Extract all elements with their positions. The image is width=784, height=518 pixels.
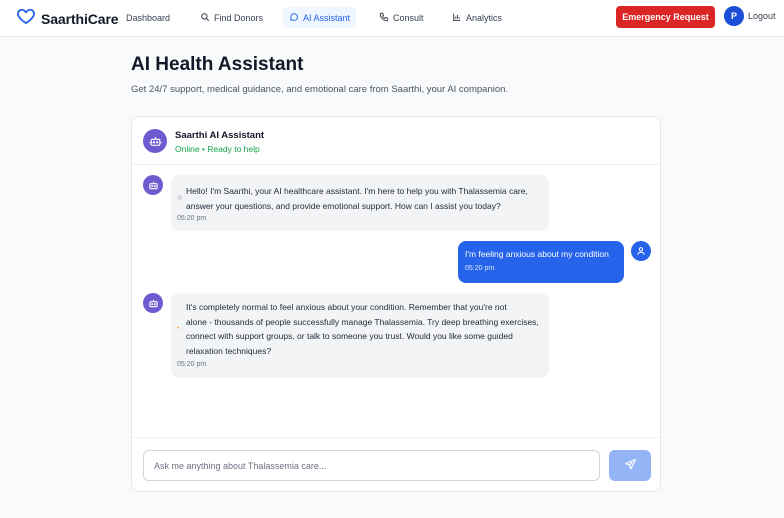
message-timestamp: 05:20 pm xyxy=(177,361,207,368)
message-line: It's completely normal to feel anxious a… xyxy=(186,302,507,312)
robot-icon xyxy=(143,129,167,153)
nav-find-donors-label: Find Donors xyxy=(214,12,264,23)
phone-icon xyxy=(379,12,389,24)
send-icon xyxy=(624,458,637,474)
robot-icon xyxy=(143,293,163,313)
top-navbar: SaarthiCare Dashboard Find Donors AI Ass… xyxy=(0,0,784,37)
message-timestamp: 05:20 pm xyxy=(177,215,207,222)
message-text: It's completely normal to feel anxious a… xyxy=(186,300,546,358)
bot-message-bubble: ◎ Hello! I'm Saarthi, your AI healthcare… xyxy=(171,175,549,231)
logout-link[interactable]: Logout xyxy=(748,11,776,21)
chat-card: Saarthi AI Assistant Online • Ready to h… xyxy=(131,116,661,492)
nav-ai-assistant[interactable]: AI Assistant xyxy=(283,7,357,28)
heart-icon xyxy=(16,6,36,31)
message-line: alone - thousands of people successfully… xyxy=(186,316,539,327)
message-text: Hello! I'm Saarthi, your AI healthcare a… xyxy=(186,184,546,213)
emergency-request-button[interactable]: Emergency Request xyxy=(616,6,715,28)
brand-name: SaarthiCare xyxy=(41,10,119,27)
user-message-bubble: I'm feeling anxious about my condition 0… xyxy=(458,241,624,283)
chat-header: Saarthi AI Assistant Online • Ready to h… xyxy=(132,117,660,165)
message-line: answer your questions, and provide emoti… xyxy=(186,200,501,211)
nav-dashboard[interactable]: Dashboard xyxy=(120,7,176,28)
page-title: AI Health Assistant xyxy=(131,54,304,75)
info-icon: ◎ xyxy=(177,195,183,201)
bar-chart-icon xyxy=(452,12,462,24)
chat-bubble-icon xyxy=(289,12,299,24)
message-text: I'm feeling anxious about my condition xyxy=(465,249,609,259)
nav-analytics-label: Analytics xyxy=(466,12,503,23)
robot-icon xyxy=(143,175,163,195)
chat-input-row xyxy=(132,437,660,491)
nav-find-donors[interactable]: Find Donors xyxy=(194,7,269,28)
avatar[interactable]: P xyxy=(724,6,744,26)
nav-consult[interactable]: Consult xyxy=(373,7,430,28)
nav-consult-label: Consult xyxy=(393,12,424,23)
status-badge: Online • Ready to help xyxy=(175,144,260,154)
message-line: relaxation techniques? xyxy=(186,345,272,356)
search-icon xyxy=(200,12,210,24)
message-timestamp: 05:20 pm xyxy=(465,265,495,272)
chat-input[interactable] xyxy=(143,450,600,481)
nav-ai-assistant-label: AI Assistant xyxy=(303,12,351,23)
info-icon: • xyxy=(177,326,180,332)
message-line: connect with support groups, or talk to … xyxy=(186,331,513,341)
nav-dashboard-label: Dashboard xyxy=(126,12,171,23)
user-icon xyxy=(631,241,651,261)
nav-analytics[interactable]: Analytics xyxy=(446,7,508,28)
brand-logo[interactable]: SaarthiCare xyxy=(16,6,119,31)
send-button[interactable] xyxy=(609,450,651,481)
page-subtitle: Get 24/7 support, medical guidance, and … xyxy=(131,84,509,95)
bot-message-bubble: • It's completely normal to feel anxious… xyxy=(171,293,549,378)
assistant-name: Saarthi AI Assistant xyxy=(175,130,265,141)
message-line: Hello! I'm Saarthi, your AI healthcare a… xyxy=(186,186,528,196)
